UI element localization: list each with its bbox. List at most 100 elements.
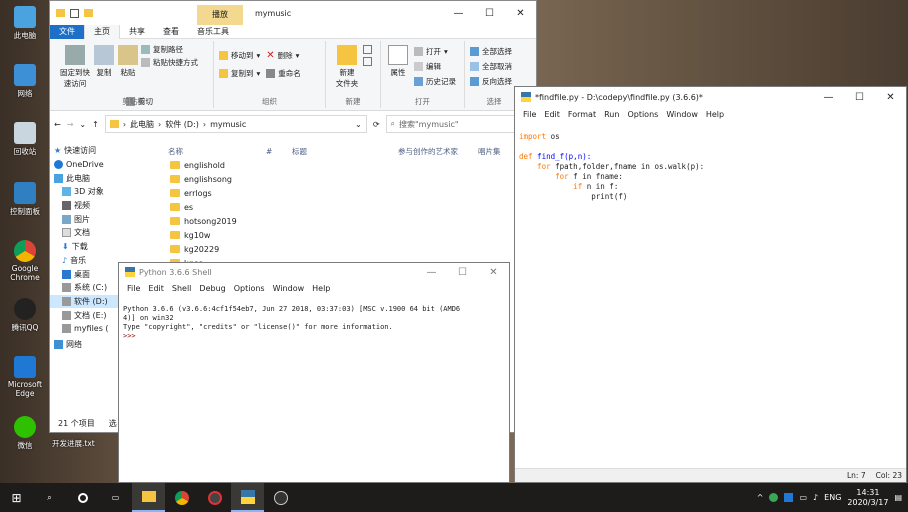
start-button[interactable]: ⊞ bbox=[0, 483, 33, 512]
list-item[interactable]: es bbox=[168, 200, 536, 214]
close-button[interactable]: ✕ bbox=[505, 8, 536, 19]
taskbar-obs[interactable] bbox=[264, 483, 297, 512]
taskbar-chrome[interactable] bbox=[165, 483, 198, 512]
menu-edit[interactable]: Edit bbox=[144, 284, 168, 293]
shell-titlebar[interactable]: Python 3.6.6 Shell — ☐ ✕ bbox=[119, 263, 509, 281]
edit-button[interactable]: 编辑 bbox=[414, 60, 456, 72]
desktop-icon-qq[interactable]: 腾讯QQ bbox=[4, 298, 46, 333]
new-folder-quick-icon[interactable] bbox=[84, 9, 93, 17]
tab-share[interactable]: 共享 bbox=[120, 25, 154, 39]
taskbar-media-player[interactable] bbox=[198, 483, 231, 512]
select-none-button[interactable]: 全部取消 bbox=[470, 60, 518, 72]
delete-button[interactable]: ✕ 删除 ▾ bbox=[266, 49, 299, 61]
breadcrumb-mymusic[interactable]: mymusic bbox=[210, 120, 246, 129]
desktop-icon-wechat[interactable]: 微信 bbox=[4, 416, 46, 451]
nav-3d-objects[interactable]: 3D 对象 bbox=[50, 185, 120, 199]
desktop-icon-edge[interactable]: Microsoft Edge bbox=[4, 356, 46, 398]
menu-window[interactable]: Window bbox=[662, 110, 702, 119]
history-button[interactable]: 历史记录 bbox=[414, 75, 456, 87]
menu-run[interactable]: Run bbox=[600, 110, 623, 119]
refresh-icon[interactable]: ⟳ bbox=[373, 120, 380, 129]
rename-button[interactable]: 重命名 bbox=[266, 67, 301, 79]
tab-home[interactable]: 主页 bbox=[84, 24, 120, 39]
list-item[interactable]: errlogs bbox=[168, 186, 536, 200]
maximize-button[interactable]: ☐ bbox=[474, 8, 505, 19]
show-hidden-icons-icon[interactable]: ^ bbox=[757, 493, 764, 502]
address-dropdown-icon[interactable]: ⌄ bbox=[355, 120, 362, 129]
recent-chevron-icon[interactable]: ⌄ bbox=[79, 120, 86, 129]
maximize-button[interactable]: ☐ bbox=[844, 92, 875, 103]
nav-documents[interactable]: 文档 bbox=[50, 226, 120, 240]
tab-file[interactable]: 文件 bbox=[50, 24, 84, 39]
move-to-button[interactable]: 移动到 ▾ bbox=[219, 49, 260, 61]
cortana-button[interactable] bbox=[66, 483, 99, 512]
taskbar-python[interactable] bbox=[231, 483, 264, 512]
taskbar-explorer[interactable] bbox=[132, 483, 165, 512]
nav-pictures[interactable]: 图片 bbox=[50, 212, 120, 226]
tab-view[interactable]: 查看 bbox=[154, 25, 188, 39]
minimize-button[interactable]: — bbox=[416, 267, 447, 278]
breadcrumb-drive-d[interactable]: 软件 (D:) bbox=[165, 119, 199, 130]
desktop-icon-this-pc[interactable]: 此电脑 bbox=[4, 6, 46, 41]
menu-edit[interactable]: Edit bbox=[540, 110, 564, 119]
menu-shell[interactable]: Shell bbox=[168, 284, 196, 293]
search-box[interactable]: ⌕ 搜索"mymusic" bbox=[385, 115, 522, 133]
menu-help[interactable]: Help bbox=[308, 284, 334, 293]
explorer-titlebar[interactable]: 播放 mymusic — ☐ ✕ bbox=[50, 1, 536, 25]
notifications-icon[interactable]: ▤ bbox=[894, 493, 902, 502]
address-box[interactable]: › 此电脑 › 软件 (D:) › mymusic ⌄ bbox=[104, 115, 367, 133]
code-area[interactable]: import os def find_f(p,n): for fpath,fol… bbox=[515, 121, 906, 223]
column-album[interactable]: 唱片集 bbox=[478, 146, 501, 157]
invert-selection-button[interactable]: 反向选择 bbox=[470, 75, 518, 87]
contextual-tab-play[interactable]: 播放 bbox=[197, 5, 243, 25]
menu-file[interactable]: File bbox=[519, 110, 540, 119]
task-view-button[interactable]: ▭ bbox=[99, 483, 132, 512]
list-item[interactable]: englishsong bbox=[168, 172, 536, 186]
up-icon[interactable]: ↑ bbox=[92, 120, 99, 129]
properties-quick-icon[interactable] bbox=[70, 8, 79, 18]
column-number[interactable]: # bbox=[266, 147, 292, 156]
open-button[interactable]: 打开 ▾ bbox=[414, 45, 456, 57]
maximize-button[interactable]: ☐ bbox=[447, 267, 478, 278]
clock[interactable]: 14:31 2020/3/17 bbox=[847, 488, 888, 508]
breadcrumb-this-pc[interactable]: 此电脑 bbox=[130, 119, 154, 130]
desktop-file-label[interactable]: 开发进展.txt bbox=[52, 438, 95, 449]
nav-desktop[interactable]: 桌面 bbox=[50, 267, 120, 281]
list-item[interactable]: hotsong2019 bbox=[168, 214, 536, 228]
list-item[interactable]: kg10w bbox=[168, 228, 536, 242]
column-title[interactable]: 标题 bbox=[292, 146, 398, 157]
nav-network[interactable]: 网络 bbox=[50, 338, 120, 352]
nav-onedrive[interactable]: OneDrive bbox=[50, 158, 120, 172]
nav-drive-d[interactable]: 软件 (D:) bbox=[50, 294, 120, 309]
copy-to-button[interactable]: 复制到 ▾ bbox=[219, 67, 260, 79]
menu-help[interactable]: Help bbox=[702, 110, 728, 119]
volume-icon[interactable]: ♪ bbox=[813, 493, 818, 502]
nav-myfiles[interactable]: myfiles ( bbox=[50, 322, 120, 336]
back-icon[interactable]: ← bbox=[54, 120, 61, 129]
nav-drive-e[interactable]: 文档 (E:) bbox=[50, 308, 120, 322]
editor-titlebar[interactable]: *findfile.py - D:\codepy\findfile.py (3.… bbox=[515, 87, 906, 107]
nav-videos[interactable]: 视频 bbox=[50, 199, 120, 213]
desktop-icon-chrome[interactable]: Google Chrome bbox=[4, 240, 46, 282]
column-artist[interactable]: 参与创作的艺术家 bbox=[398, 146, 478, 157]
nav-this-pc[interactable]: 此电脑 bbox=[50, 171, 120, 185]
forward-icon[interactable]: → bbox=[67, 120, 74, 129]
shield-icon[interactable] bbox=[784, 493, 794, 502]
column-name[interactable]: 名称 bbox=[168, 146, 266, 157]
menu-file[interactable]: File bbox=[123, 284, 144, 293]
menu-window[interactable]: Window bbox=[269, 284, 309, 293]
tab-music-tools[interactable]: 音乐工具 bbox=[188, 25, 238, 39]
close-button[interactable]: ✕ bbox=[875, 92, 906, 103]
menu-options[interactable]: Options bbox=[230, 284, 269, 293]
search-button[interactable]: ⌕ bbox=[33, 483, 66, 512]
python-shell-window[interactable]: Python 3.6.6 Shell — ☐ ✕ File Edit Shell… bbox=[118, 262, 510, 483]
nav-drive-c[interactable]: 系统 (C:) bbox=[50, 281, 120, 295]
nav-music[interactable]: ♪ 音乐 bbox=[50, 254, 120, 268]
menu-format[interactable]: Format bbox=[564, 110, 600, 119]
list-item[interactable]: kg20229 bbox=[168, 242, 536, 256]
paste-shortcut-button[interactable]: 粘贴快捷方式 bbox=[141, 56, 198, 68]
network-icon[interactable]: ▭ bbox=[799, 493, 807, 502]
idle-editor-window[interactable]: *findfile.py - D:\codepy\findfile.py (3.… bbox=[514, 86, 907, 483]
easy-access-icon[interactable] bbox=[363, 57, 372, 66]
menu-debug[interactable]: Debug bbox=[195, 284, 229, 293]
